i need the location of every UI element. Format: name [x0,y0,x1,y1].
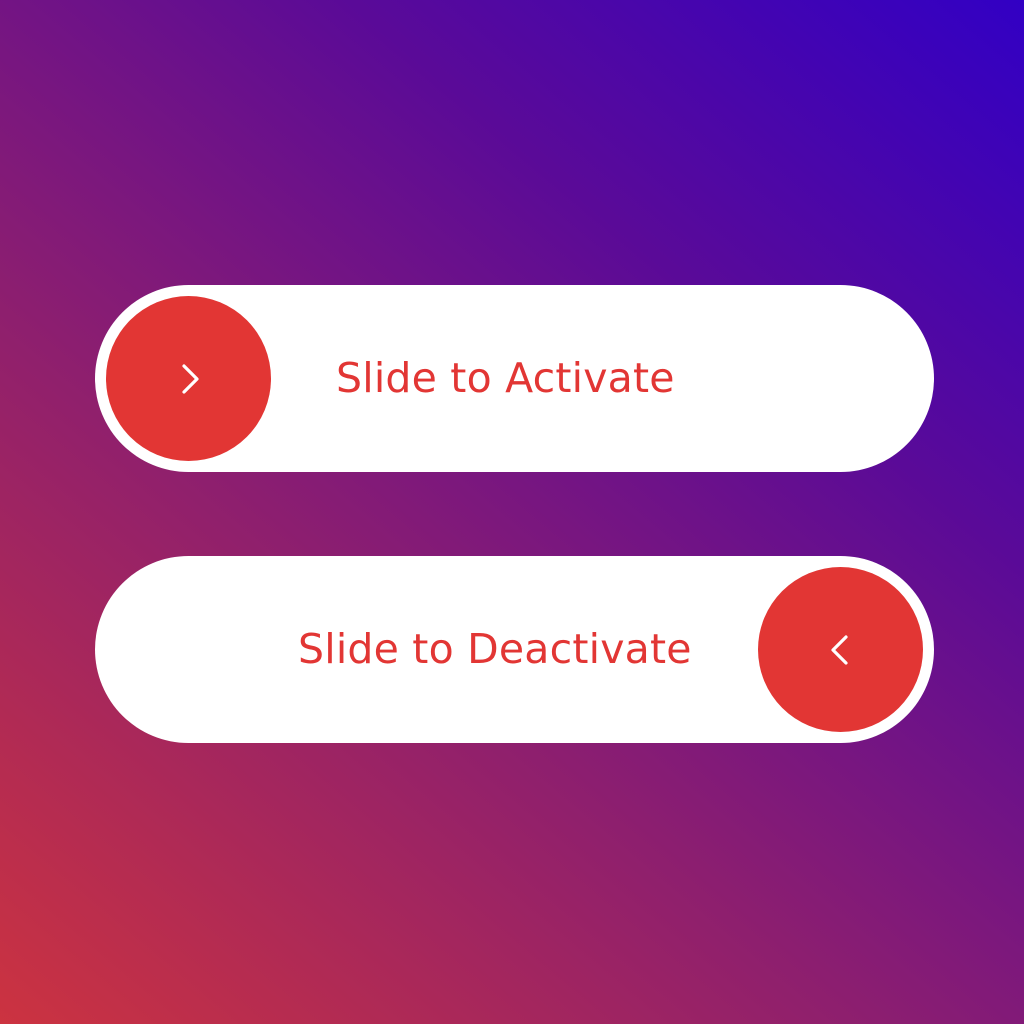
deactivate-slider[interactable]: Slide to Deactivate [95,556,934,743]
activate-slider-label: Slide to Activate [336,354,675,402]
deactivate-slider-label: Slide to Deactivate [298,625,692,673]
background: { "theme": { "accent": "#e23634", "track… [0,0,1024,1024]
chevron-left-icon [830,634,848,665]
activate-slider[interactable]: Slide to Activate [95,285,934,472]
chevron-right-icon [181,363,199,394]
activate-slider-knob[interactable] [106,296,271,461]
deactivate-slider-knob[interactable] [758,567,923,732]
